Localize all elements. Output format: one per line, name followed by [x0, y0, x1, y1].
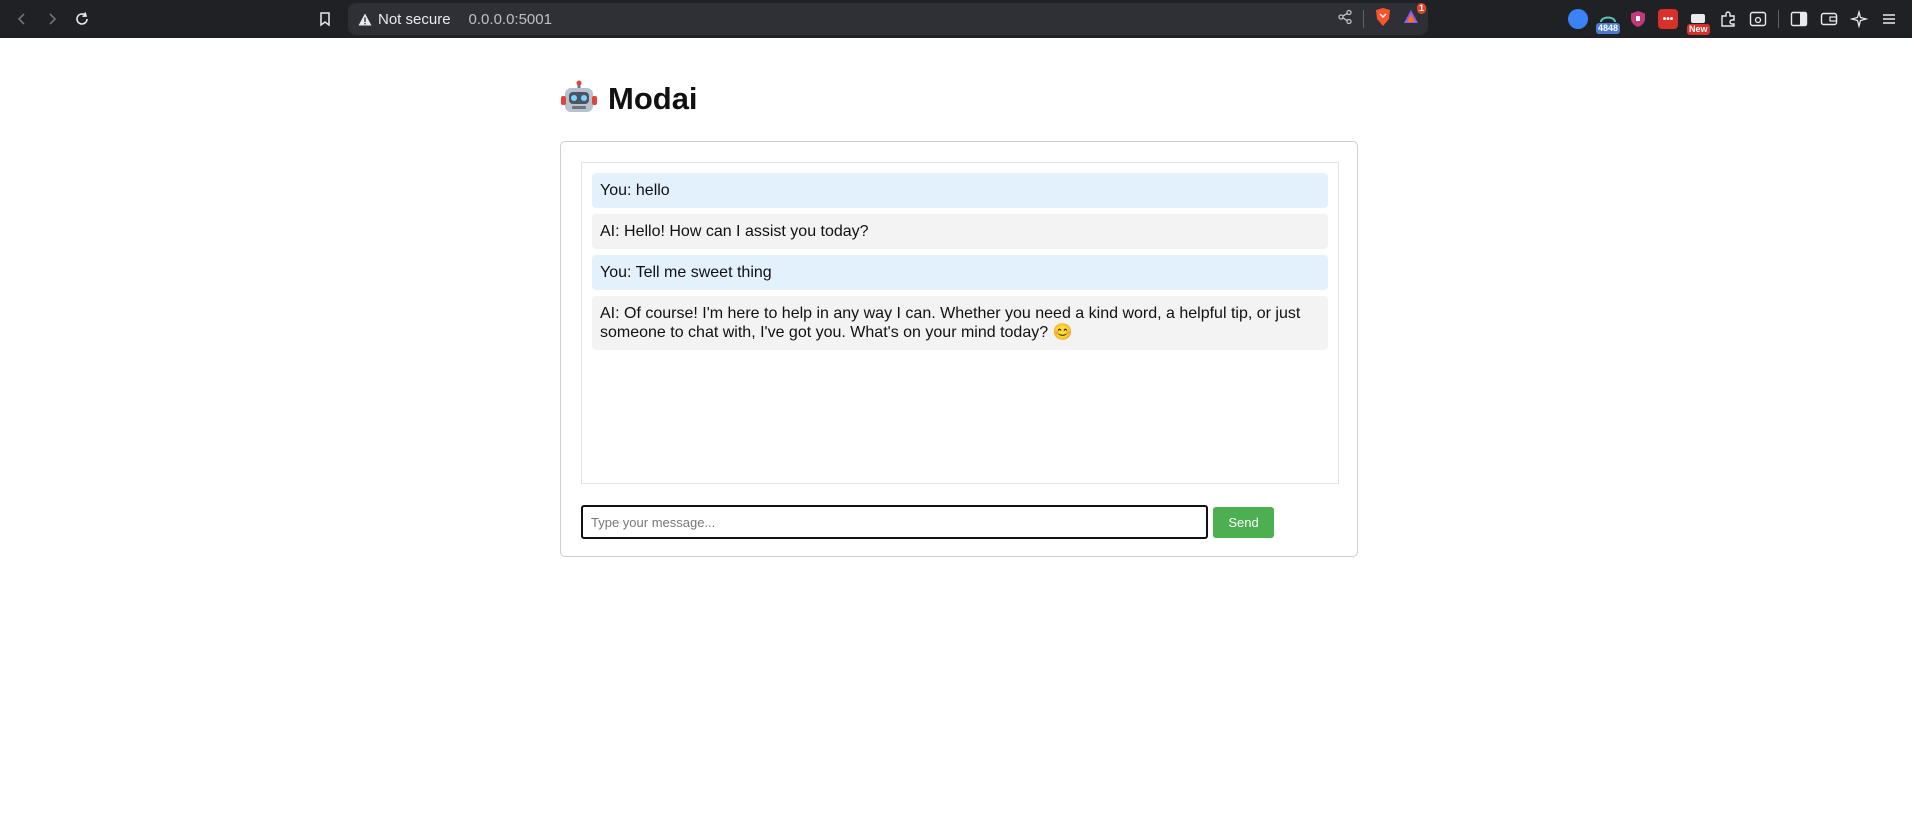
chat-card: You: hello AI: Hello! How can I assist y… — [560, 141, 1358, 557]
leo-ai-icon[interactable] — [1849, 9, 1869, 29]
more-dots-extension-icon[interactable]: ••• — [1658, 9, 1678, 29]
url-text[interactable]: 0.0.0.0:5001 — [469, 11, 552, 28]
app-title: Modai — [608, 81, 698, 116]
menu-icon[interactable] — [1879, 9, 1899, 29]
forward-icon[interactable] — [40, 7, 64, 31]
brave-rewards-icon[interactable]: 1 — [1402, 3, 1426, 30]
security-label[interactable]: Not secure — [378, 11, 451, 28]
sidebar-icon[interactable] — [1789, 9, 1809, 29]
reading-list-icon[interactable] — [1748, 9, 1768, 29]
back-icon[interactable] — [10, 7, 34, 31]
message-input-row: Send — [581, 504, 1339, 540]
user-message: You: hello — [592, 173, 1328, 208]
share-icon[interactable] — [1337, 9, 1353, 29]
robot-icon — [560, 80, 598, 118]
browser-toolbar: Not secure 0.0.0.0:5001 1 4848 ••• New — [0, 0, 1912, 38]
extensions-area: 4848 ••• New — [1568, 6, 1899, 35]
address-bar[interactable]: Not secure 0.0.0.0:5001 1 — [348, 3, 1428, 35]
toolbar-divider — [1778, 10, 1779, 28]
counter-extension-icon[interactable]: 4848 — [1596, 9, 1621, 34]
address-divider — [1363, 10, 1364, 28]
user-message: You: Tell me sweet thing — [592, 255, 1328, 290]
page-content: Modai You: hello AI: Hello! How can I as… — [0, 38, 1912, 832]
brave-shield-icon[interactable] — [1374, 7, 1392, 31]
send-button[interactable]: Send — [1213, 506, 1274, 538]
warning-icon — [358, 13, 372, 26]
message-input[interactable] — [581, 505, 1208, 539]
wallet-icon[interactable] — [1819, 9, 1839, 29]
ai-message: AI: Of course! I'm here to help in any w… — [592, 296, 1328, 350]
new-badge: New — [1687, 24, 1710, 35]
reload-icon[interactable] — [70, 7, 94, 31]
privacy-shield-icon[interactable] — [1628, 9, 1648, 29]
chat-log[interactable]: You: hello AI: Hello! How can I assist y… — [581, 162, 1339, 484]
page-title: Modai — [560, 80, 698, 118]
counter-badge: 4848 — [1596, 23, 1621, 34]
ai-message: AI: Hello! How can I assist you today? — [592, 214, 1328, 249]
notification-badge: 1 — [1416, 3, 1426, 14]
new-extension-icon[interactable]: New — [1687, 9, 1710, 35]
browser-extension-icon[interactable] — [1568, 9, 1588, 29]
puzzle-icon[interactable] — [1718, 9, 1738, 29]
bookmark-icon[interactable] — [313, 7, 337, 31]
